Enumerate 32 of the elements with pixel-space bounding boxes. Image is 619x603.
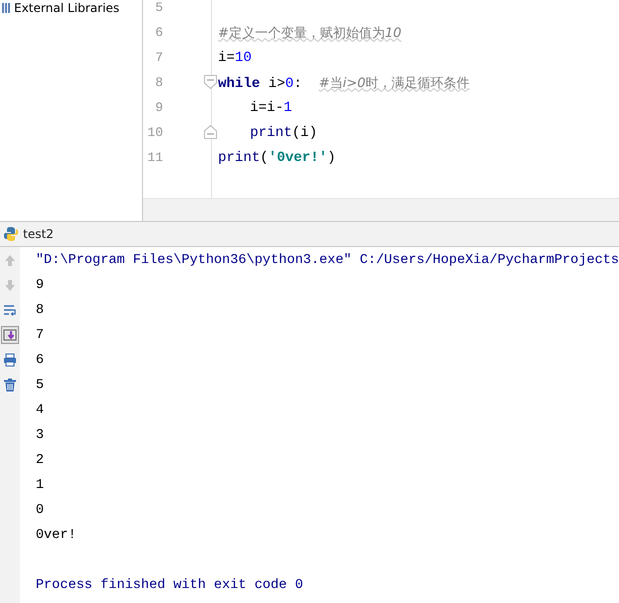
line-number: 11 xyxy=(146,150,163,165)
fold-marker-icon[interactable] xyxy=(204,125,217,139)
console-output: 7 xyxy=(36,328,44,343)
console-output: 5 xyxy=(36,378,44,393)
code-line: while i>0: #当i>0时，满足循环条件 xyxy=(218,74,470,92)
scroll-to-end-icon[interactable] xyxy=(0,326,19,344)
line-number: 9 xyxy=(154,100,163,115)
console-output: 0ver! xyxy=(36,528,76,543)
project-tree-item[interactable]: External Libraries xyxy=(0,0,142,15)
line-number: 5 xyxy=(154,0,163,15)
library-icon xyxy=(2,2,10,12)
console-output: 1 xyxy=(36,478,44,493)
fold-marker-icon[interactable] xyxy=(204,75,217,89)
console-output: 9 xyxy=(36,278,44,293)
code-line: print(i) xyxy=(249,124,318,140)
exit-message: Process finished with exit code 0 xyxy=(36,578,304,593)
console-output: 6 xyxy=(36,353,44,368)
code-line: i=10 xyxy=(218,50,252,66)
python-icon xyxy=(3,226,19,242)
console-output: 2 xyxy=(36,453,44,468)
command-line-text: "D:\Program Files\Python36\python3.exe" C:/Users/HopeXia/PycharmProjects xyxy=(36,253,619,268)
code-line: #定义一个变量，赋初始值为10 xyxy=(218,24,402,42)
line-number: 6 xyxy=(154,25,163,40)
console-output: 3 xyxy=(36,428,44,443)
line-number: 10 xyxy=(146,125,163,140)
console-output: 8 xyxy=(36,303,44,318)
line-number: 8 xyxy=(154,75,163,90)
code-line: i=i-1 xyxy=(249,100,292,116)
line-number: 7 xyxy=(154,50,163,65)
console-output: 0 xyxy=(36,503,44,518)
code-line: print('0ver!') xyxy=(218,150,336,166)
console-output: 4 xyxy=(36,403,44,418)
